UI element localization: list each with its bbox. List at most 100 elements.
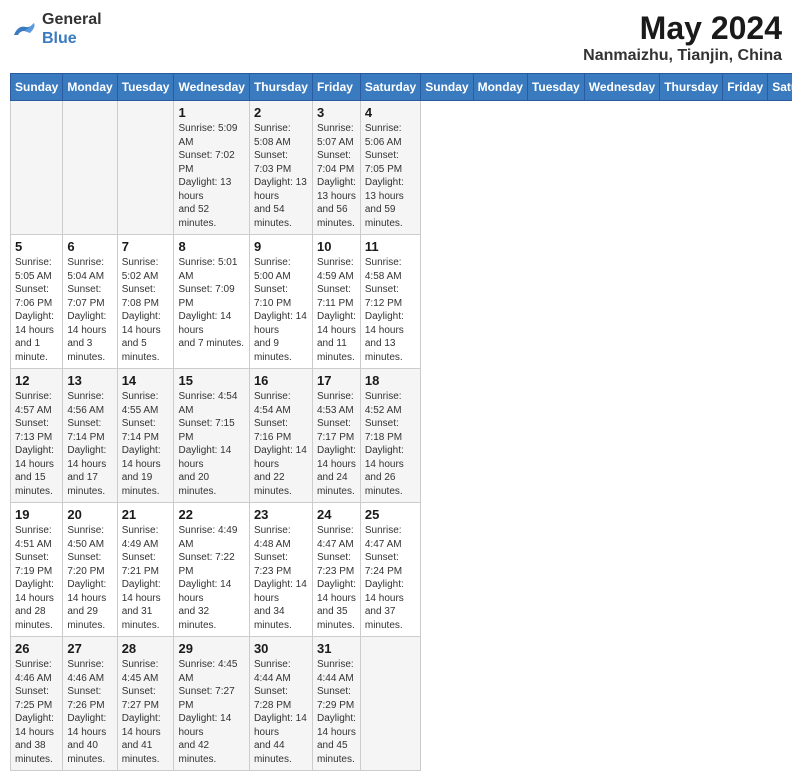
calendar-day-8: 8 Sunrise: 5:01 AM Sunset: 7:09 PM Daylig… (174, 235, 249, 369)
calendar-day-24: 24Sunrise: 4:47 AM Sunset: 7:23 PM Dayli… (312, 503, 360, 637)
header-saturday: Saturday (360, 74, 420, 101)
day-number: 28 (122, 641, 170, 656)
day-number: 8 (178, 239, 244, 254)
day-number: 10 (317, 239, 356, 254)
day-info: Sunrise: 4:54 AM Sunset: 7:15 PM Dayligh… (178, 390, 244, 498)
day-number: 22 (178, 507, 244, 522)
calendar-day-9: 9 Sunrise: 5:00 AM Sunset: 7:10 PM Daylig… (249, 235, 312, 369)
day-info: Sunrise: 4:46 AM Sunset: 7:25 PM Dayligh… (15, 658, 58, 766)
day-number: 21 (122, 507, 170, 522)
col-header-thursday: Thursday (660, 74, 723, 101)
header-tuesday: Tuesday (117, 74, 174, 101)
day-number: 23 (254, 507, 308, 522)
calendar-day-2: 2 Sunrise: 5:08 AM Sunset: 7:03 PM Daylig… (249, 101, 312, 235)
calendar-day-18: 18 Sunrise: 4:52 AM Sunset: 7:18 PM Dayli… (360, 369, 420, 503)
calendar-table: SundayMondayTuesdayWednesdayThursdayFrid… (10, 73, 792, 771)
day-number: 14 (122, 373, 170, 388)
day-number: 17 (317, 373, 356, 388)
calendar-day-13: 13Sunrise: 4:56 AM Sunset: 7:14 PM Dayli… (63, 369, 117, 503)
day-number: 29 (178, 641, 244, 656)
day-number: 2 (254, 105, 308, 120)
logo-icon (10, 17, 38, 41)
day-number: 9 (254, 239, 308, 254)
calendar-day-17: 17 Sunrise: 4:53 AM Sunset: 7:17 PM Dayli… (312, 369, 360, 503)
day-info: Sunrise: 4:50 AM Sunset: 7:20 PM Dayligh… (67, 524, 112, 632)
day-info: Sunrise: 4:59 AM Sunset: 7:11 PM Dayligh… (317, 256, 356, 364)
day-number: 25 (365, 507, 416, 522)
calendar-day-28: 28 Sunrise: 4:45 AM Sunset: 7:27 PM Dayli… (117, 637, 174, 771)
day-number: 4 (365, 105, 416, 120)
logo: General Blue (10, 10, 102, 48)
day-info: Sunrise: 4:45 AM Sunset: 7:27 PM Dayligh… (122, 658, 170, 766)
day-info: Sunrise: 5:08 AM Sunset: 7:03 PM Dayligh… (254, 122, 308, 230)
calendar-week-2: 5Sunrise: 5:05 AM Sunset: 7:06 PM Daylig… (11, 235, 792, 369)
day-info: Sunrise: 5:06 AM Sunset: 7:05 PM Dayligh… (365, 122, 416, 230)
calendar-day-6: 6Sunrise: 5:04 AM Sunset: 7:07 PM Daylig… (63, 235, 117, 369)
calendar-day-14: 14 Sunrise: 4:55 AM Sunset: 7:14 PM Dayli… (117, 369, 174, 503)
day-info: Sunrise: 5:07 AM Sunset: 7:04 PM Dayligh… (317, 122, 356, 230)
day-info: Sunrise: 4:57 AM Sunset: 7:13 PM Dayligh… (15, 390, 58, 498)
day-info: Sunrise: 4:52 AM Sunset: 7:18 PM Dayligh… (365, 390, 416, 498)
header-friday: Friday (312, 74, 360, 101)
day-number: 5 (15, 239, 58, 254)
day-info: Sunrise: 4:51 AM Sunset: 7:19 PM Dayligh… (15, 524, 58, 632)
calendar-week-3: 12 Sunrise: 4:57 AM Sunset: 7:13 PM Dayli… (11, 369, 792, 503)
day-info: Sunrise: 4:45 AM Sunset: 7:27 PM Dayligh… (178, 658, 244, 766)
day-number: 24 (317, 507, 356, 522)
calendar-day-4: 4 Sunrise: 5:06 AM Sunset: 7:05 PM Daylig… (360, 101, 420, 235)
day-info: Sunrise: 4:58 AM Sunset: 7:12 PM Dayligh… (365, 256, 416, 364)
empty-cell (11, 101, 63, 235)
day-number: 11 (365, 239, 416, 254)
col-header-sunday: Sunday (421, 74, 473, 101)
day-number: 18 (365, 373, 416, 388)
calendar-header-row: SundayMondayTuesdayWednesdayThursdayFrid… (11, 74, 792, 101)
day-number: 15 (178, 373, 244, 388)
calendar-day-11: 11 Sunrise: 4:58 AM Sunset: 7:12 PM Dayli… (360, 235, 420, 369)
calendar-week-4: 19 Sunrise: 4:51 AM Sunset: 7:19 PM Dayli… (11, 503, 792, 637)
calendar-day-27: 27 Sunrise: 4:46 AM Sunset: 7:26 PM Dayli… (63, 637, 117, 771)
day-info: Sunrise: 4:49 AM Sunset: 7:21 PM Dayligh… (122, 524, 170, 632)
day-number: 13 (67, 373, 112, 388)
day-number: 16 (254, 373, 308, 388)
day-info: Sunrise: 4:46 AM Sunset: 7:26 PM Dayligh… (67, 658, 112, 766)
calendar-day-31: 31Sunrise: 4:44 AM Sunset: 7:29 PM Dayli… (312, 637, 360, 771)
calendar-week-1: 1Sunrise: 5:09 AM Sunset: 7:02 PM Daylig… (11, 101, 792, 235)
col-header-friday: Friday (723, 74, 768, 101)
col-header-monday: Monday (473, 74, 527, 101)
day-number: 7 (122, 239, 170, 254)
day-info: Sunrise: 4:49 AM Sunset: 7:22 PM Dayligh… (178, 524, 244, 632)
calendar-day-3: 3 Sunrise: 5:07 AM Sunset: 7:04 PM Daylig… (312, 101, 360, 235)
day-info: Sunrise: 4:55 AM Sunset: 7:14 PM Dayligh… (122, 390, 170, 498)
day-number: 1 (178, 105, 244, 120)
day-info: Sunrise: 5:00 AM Sunset: 7:10 PM Dayligh… (254, 256, 308, 364)
day-number: 19 (15, 507, 58, 522)
day-info: Sunrise: 5:02 AM Sunset: 7:08 PM Dayligh… (122, 256, 170, 364)
day-number: 20 (67, 507, 112, 522)
day-number: 12 (15, 373, 58, 388)
location-subtitle: Nanmaizhu, Tianjin, China (583, 47, 782, 65)
header-sunday: Sunday (11, 74, 63, 101)
page-header: General Blue May 2024 Nanmaizhu, Tianjin… (10, 10, 782, 65)
empty-cell (117, 101, 174, 235)
day-info: Sunrise: 5:01 AM Sunset: 7:09 PM Dayligh… (178, 256, 244, 351)
header-monday: Monday (63, 74, 117, 101)
empty-cell (360, 637, 420, 771)
col-header-tuesday: Tuesday (527, 74, 584, 101)
header-thursday: Thursday (249, 74, 312, 101)
calendar-day-5: 5Sunrise: 5:05 AM Sunset: 7:06 PM Daylig… (11, 235, 63, 369)
day-info: Sunrise: 4:53 AM Sunset: 7:17 PM Dayligh… (317, 390, 356, 498)
calendar-day-25: 25Sunrise: 4:47 AM Sunset: 7:24 PM Dayli… (360, 503, 420, 637)
title-block: May 2024 Nanmaizhu, Tianjin, China (583, 10, 782, 65)
day-info: Sunrise: 4:44 AM Sunset: 7:28 PM Dayligh… (254, 658, 308, 766)
calendar-day-23: 23Sunrise: 4:48 AM Sunset: 7:23 PM Dayli… (249, 503, 312, 637)
calendar-day-22: 22 Sunrise: 4:49 AM Sunset: 7:22 PM Dayli… (174, 503, 249, 637)
day-number: 27 (67, 641, 112, 656)
calendar-day-1: 1Sunrise: 5:09 AM Sunset: 7:02 PM Daylig… (174, 101, 249, 235)
calendar-day-20: 20 Sunrise: 4:50 AM Sunset: 7:20 PM Dayli… (63, 503, 117, 637)
day-info: Sunrise: 4:54 AM Sunset: 7:16 PM Dayligh… (254, 390, 308, 498)
calendar-day-15: 15 Sunrise: 4:54 AM Sunset: 7:15 PM Dayli… (174, 369, 249, 503)
day-info: Sunrise: 5:04 AM Sunset: 7:07 PM Dayligh… (67, 256, 112, 364)
header-wednesday: Wednesday (174, 74, 249, 101)
calendar-day-30: 30Sunrise: 4:44 AM Sunset: 7:28 PM Dayli… (249, 637, 312, 771)
day-number: 3 (317, 105, 356, 120)
